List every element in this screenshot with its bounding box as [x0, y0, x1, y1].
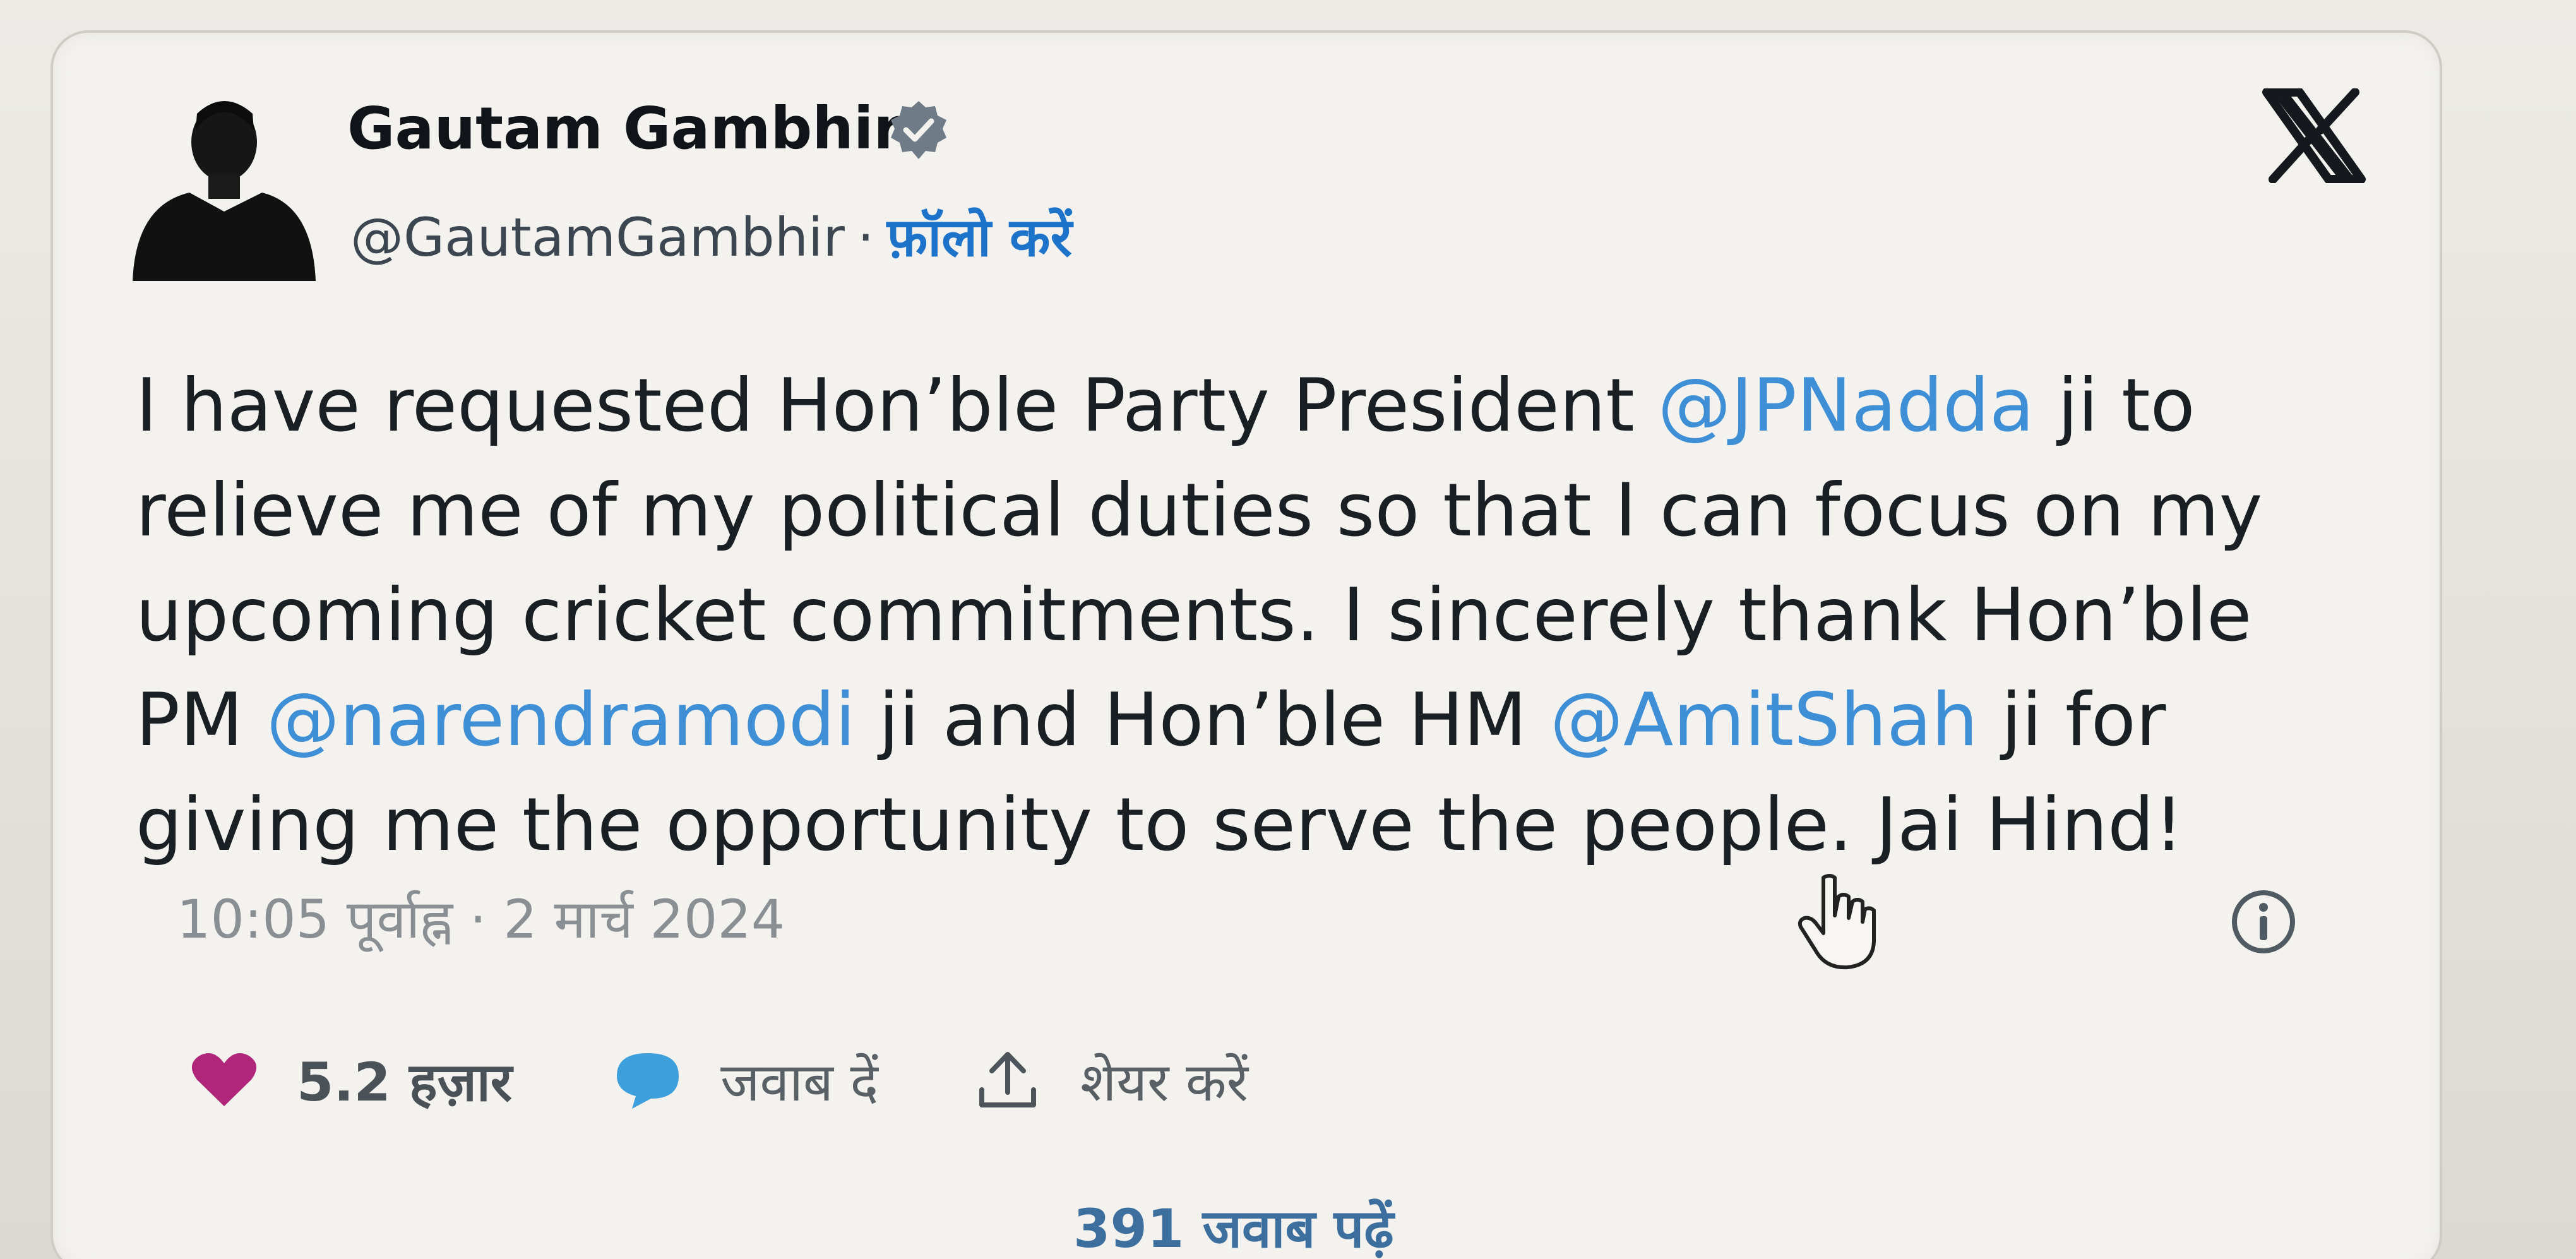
author-handle[interactable]: @GautamGambhir [350, 206, 845, 268]
like-button[interactable]: 5.2 हज़ार [189, 1044, 512, 1116]
tweet-line-1: I have requested Hon’ble Party President… [136, 363, 2195, 448]
tweet-line-4: PM @narendramodi ji and Hon’ble HM @Amit… [136, 677, 2166, 763]
mention-narendramodi[interactable]: @narendramodi [266, 677, 856, 763]
separator: · [857, 206, 874, 268]
tweet-text: I have requested Hon’ble Party President… [136, 354, 2346, 878]
x-logo-icon[interactable] [2260, 88, 2368, 183]
share-button[interactable]: शेयर करें [973, 1044, 1248, 1116]
follow-button[interactable]: फ़ॉलो करें [887, 206, 1072, 268]
mention-amitshah[interactable]: @AmitShah [1550, 677, 1978, 763]
share-arrow-icon [979, 1052, 1037, 1107]
tweet-line-2: relieve me of my political duties so tha… [136, 468, 2263, 553]
reply-button[interactable]: जवाब दें [613, 1044, 878, 1116]
author-name[interactable]: Gautam Gambhir [347, 95, 902, 162]
reply-label: जवाब दें [720, 1051, 879, 1113]
info-icon[interactable] [2229, 887, 2298, 957]
avatar[interactable] [114, 69, 328, 284]
tweet-line-5: giving me the opportunity to serve the p… [136, 782, 2184, 868]
like-count: 5.2 हज़ार [297, 1051, 513, 1113]
mention-jpnadda[interactable]: @JPNadda [1658, 363, 2034, 448]
read-replies-link[interactable]: 391 जवाब पढ़ें [1073, 1190, 1394, 1259]
screen: Gautam Gambhir @GautamGambhir · फ़ॉलो करें… [0, 0, 2576, 1259]
speech-bubble-icon [617, 1053, 679, 1109]
handle-line: @GautamGambhir · फ़ॉलो करें [350, 199, 1072, 271]
share-label: शेयर करें [1080, 1051, 1248, 1113]
hand-pointer-icon [1798, 874, 1876, 970]
tweet-timestamp[interactable]: 10:05 पूर्वाह्न · 2 मार्च 2024 [177, 881, 785, 953]
tweet-line-3: upcoming cricket commitments. I sincerel… [136, 573, 2252, 658]
action-bar: 5.2 हज़ार जवाब दें शेयर करें [189, 1042, 1248, 1118]
heart-icon [191, 1053, 257, 1106]
verified-badge-icon [891, 101, 946, 159]
